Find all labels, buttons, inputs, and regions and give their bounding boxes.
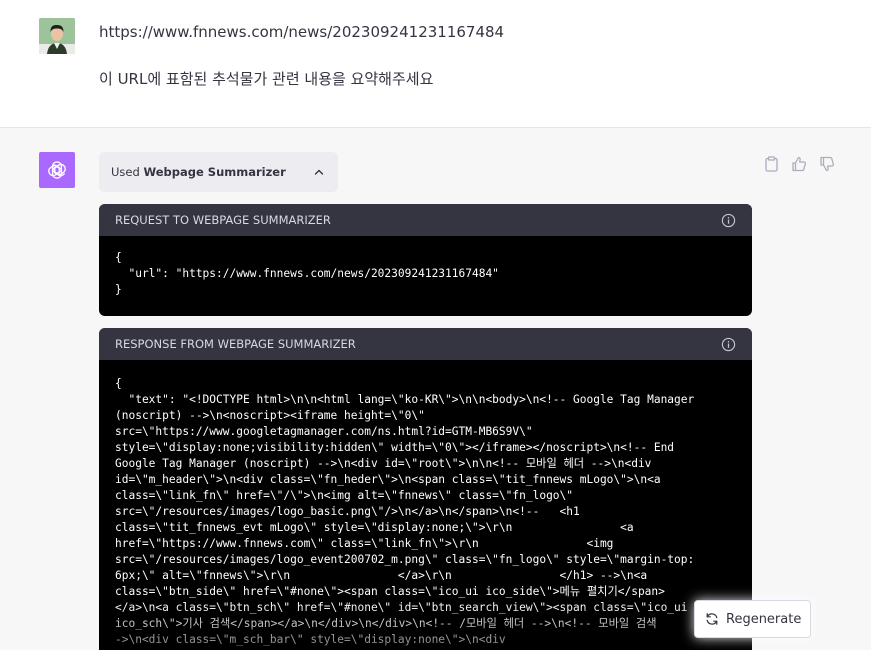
user-message-request: 이 URL에 표함된 추석물가 관련 내용을 요약해주세요 — [99, 70, 434, 88]
chevron-up-icon — [312, 165, 326, 179]
thumbs-up-icon[interactable] — [790, 155, 808, 173]
info-icon[interactable] — [720, 336, 736, 352]
response-panel-header: RESPONSE FROM WEBPAGE SUMMARIZER — [99, 328, 752, 360]
plugin-name: Webpage Summarizer — [143, 165, 286, 179]
message-actions — [762, 155, 836, 173]
response-panel: RESPONSE FROM WEBPAGE SUMMARIZER { "text… — [99, 328, 752, 650]
user-message-text: https://www.fnnews.com/news/202309241231… — [99, 22, 799, 89]
request-panel-title: REQUEST TO WEBPAGE SUMMARIZER — [115, 213, 331, 227]
response-json: { "text": "<!DOCTYPE html>\n\n<html lang… — [115, 377, 695, 646]
request-panel-header: REQUEST TO WEBPAGE SUMMARIZER — [99, 204, 752, 236]
request-json: { "url": "https://www.fnnews.com/news/20… — [115, 251, 499, 296]
assistant-message: Used Webpage Summarizer REQUEST TO WEBPA… — [0, 128, 871, 650]
user-message: https://www.fnnews.com/news/202309241231… — [0, 0, 871, 128]
openai-logo-icon — [48, 161, 66, 179]
regenerate-button[interactable]: Regenerate — [694, 600, 811, 638]
clipboard-icon[interactable] — [762, 155, 780, 173]
thumbs-down-icon[interactable] — [818, 155, 836, 173]
assistant-avatar — [39, 152, 75, 188]
regenerate-label: Regenerate — [726, 611, 802, 627]
plugin-used-prefix: Used — [111, 165, 144, 179]
plugin-used-label: Used Webpage Summarizer — [111, 165, 312, 179]
plugin-used-toggle[interactable]: Used Webpage Summarizer — [99, 152, 338, 192]
info-icon[interactable] — [720, 212, 736, 228]
user-message-url: https://www.fnnews.com/news/202309241231… — [99, 23, 505, 41]
request-panel: REQUEST TO WEBPAGE SUMMARIZER { "url": "… — [99, 204, 752, 316]
user-avatar — [39, 18, 75, 54]
response-panel-title: RESPONSE FROM WEBPAGE SUMMARIZER — [115, 337, 356, 351]
refresh-icon — [705, 611, 719, 627]
user-avatar-photo — [39, 18, 75, 54]
